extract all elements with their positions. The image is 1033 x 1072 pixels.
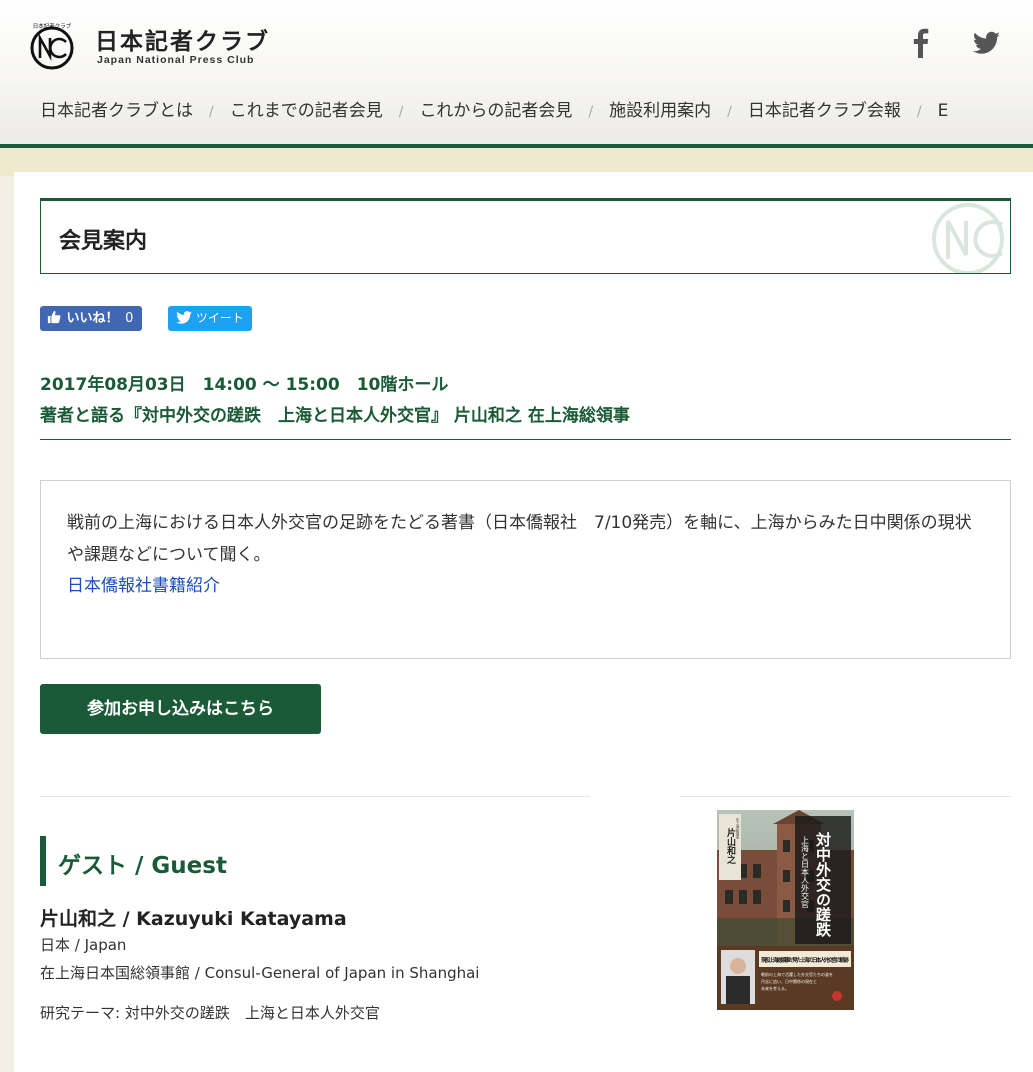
guest-country: 日本 / Japan [40,936,127,954]
nav-item-bulletin[interactable]: 日本記者クラブ会報 [748,96,901,121]
publisher-book-link[interactable]: 日本僑報社書籍紹介 [67,571,220,596]
nav-item-about[interactable]: 日本記者クラブとは [40,96,193,121]
like-label: いいね！ [66,311,119,326]
nav-separator: / [916,104,922,120]
book-series-label: 在上海総領事 [735,817,740,840]
book-subtitle: 上海と日本人外交官 [801,836,810,909]
twitter-bird-icon [176,311,192,324]
nav-item-facility-guide[interactable]: 施設利用案内 [609,96,711,121]
page-title: 会見案内 [59,229,148,254]
page-title-box: 会見案内 [40,198,1011,274]
book-title: 対中外交の蹉跌 [814,831,832,938]
apply-button[interactable]: 参加お申し込みはこちら [40,684,321,734]
site-logo-title[interactable]: 日本記者クラブ [95,22,270,56]
nav-separator: / [209,104,214,120]
book-blurb-line: 戦前の上海で活躍した外交官たちの姿を [761,971,833,977]
guest-name: 片山和之 / Kazuyuki Katayama [40,908,347,930]
event-description: 戦前の上海における日本人外交官の足跡をたどる著書（日本僑報社 7/10発売）を軸… [67,513,972,565]
tweet-label: ツイート [195,311,244,325]
divider [40,796,590,797]
guest-heading-accent [40,836,46,886]
nav-item-upcoming-conferences[interactable]: これからの記者会見 [419,96,572,121]
logo-mark-text: 日本記者クラブ [33,22,72,30]
main-content: 会見案内 いいね！ 0 ツイート 2017年08月03日 14:00 〜 15:… [14,172,1033,1072]
nav-item-past-conferences[interactable]: これまでの記者会見 [230,96,383,121]
site-logo-subtitle: Japan National Press Club [97,54,255,66]
event-datetime-location: 2017年08月03日 14:00 〜 15:00 10階ホール [40,375,449,395]
event-title: 著者と語る『対中外交の蹉跌 上海と日本人外交官』 片山和之 在上海総領事 [40,406,630,426]
book-cover-image[interactable]: 対中外交の蹉跌 上海と日本人外交官 片山和之 在上海総領事 現役上海総領事が見た… [717,810,854,1010]
nav-item-english[interactable]: E [938,101,949,121]
nav-separator: / [727,104,732,120]
divider [680,796,1011,797]
facebook-icon[interactable] [905,24,937,60]
guest-research-theme: 研究テーマ: 対中外交の蹉跌 上海と日本人外交官 [40,1004,380,1022]
event-description-box: 戦前の上海における日本人外交官の足跡をたどる著書（日本僑報社 7/10発売）を軸… [40,480,1011,659]
like-count: 0 [125,311,134,326]
press-club-logo-icon[interactable]: 日本記者クラブ [28,22,76,70]
divider [40,439,1011,440]
book-band-text: 現役上海総領事が見た上海の日本人外交官の軌跡 [761,956,849,964]
book-blurb-line: 未来を考える。 [761,985,789,991]
book-author: 片山和之 [725,827,737,865]
site-header: 日本記者クラブ 日本記者クラブ Japan National Press Clu… [0,0,1033,148]
nav-separator: / [398,104,404,120]
facebook-like-button[interactable]: いいね！ 0 [40,306,142,331]
guest-heading: ゲスト / Guest [58,853,227,879]
main-navigation: 日本記者クラブとは / これまでの記者会見 / これからの記者会見 / 施設利用案内 / 日本記… [40,96,948,121]
twitter-icon[interactable] [970,24,1002,60]
press-club-watermark-icon [932,203,1004,273]
nav-separator: / [588,104,594,120]
thumbs-up-icon [47,310,61,324]
guest-affiliation: 在上海日本国総領事館 / Consul-General of Japan in … [40,964,480,982]
tweet-button[interactable]: ツイート [168,306,252,331]
book-blurb-line: 丹念に追い、日中関係の現在と [761,978,817,984]
